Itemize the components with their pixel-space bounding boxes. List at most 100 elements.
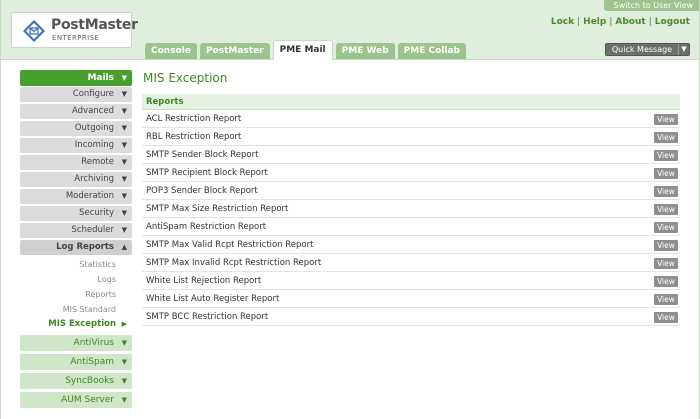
report-row: White List Rejection Report View [142, 272, 680, 290]
sidebar-item-label: Remote [81, 157, 114, 167]
sidebar-mails[interactable]: Mails ▼ [20, 70, 132, 86]
sidebar-item-label: Scheduler [71, 225, 114, 235]
caret-down-icon: ▼ [121, 396, 127, 404]
sidebar-item-label: Log Reports [56, 242, 114, 252]
tab-postmaster[interactable]: PostMaster [199, 43, 270, 59]
caret-down-icon: ▼ [121, 209, 127, 217]
sidebar-item-antivirus[interactable]: AntiVirus ▼ [20, 335, 132, 351]
report-name: White List Rejection Report [146, 276, 262, 286]
view-button[interactable]: View [654, 276, 678, 287]
view-button[interactable]: View [654, 240, 678, 251]
sidebar-item-label: Moderation [65, 191, 114, 201]
sidebar-item-label: AntiSpam [70, 357, 114, 367]
tab-pme-mail[interactable]: PME Mail [272, 40, 333, 60]
sidebar-item-aum-server[interactable]: AUM Server ▼ [20, 392, 132, 408]
report-name: SMTP Max Valid Rcpt Restriction Report [146, 240, 314, 250]
caret-down-icon: ▼ [121, 124, 127, 132]
view-button[interactable]: View [654, 132, 678, 143]
help-link[interactable]: Help [583, 17, 606, 27]
sidebar-item-label: Security [79, 208, 114, 218]
quick-message-label: Quick Message [611, 45, 673, 54]
view-button[interactable]: View [654, 258, 678, 269]
tab-pme-collab[interactable]: PME Collab [397, 43, 466, 59]
sidebar-subitem-mis-standard[interactable]: MIS Standard [20, 302, 132, 317]
view-button[interactable]: View [654, 204, 678, 215]
view-button[interactable]: View [654, 114, 678, 125]
report-row: SMTP Max Size Restriction Report View [142, 200, 680, 218]
report-row: RBL Restriction Report View [142, 128, 680, 146]
sidebar-item-label: Outgoing [74, 123, 114, 133]
sidebar-item-syncbooks[interactable]: SyncBooks ▼ [20, 373, 132, 389]
lock-link[interactable]: Lock [551, 17, 574, 27]
report-name: ACL Restriction Report [146, 114, 242, 124]
sidebar-item-log-reports[interactable]: Log Reports ▲ [20, 240, 132, 255]
report-name: White List Auto Register Report [146, 294, 280, 304]
sidebar-item-antispam[interactable]: AntiSpam ▼ [20, 354, 132, 370]
view-button[interactable]: View [654, 312, 678, 323]
tab-console[interactable]: Console [145, 43, 197, 59]
sidebar-item-label: Advanced [72, 106, 114, 116]
sidebar-item-incoming[interactable]: Incoming ▼ [20, 138, 132, 153]
about-link[interactable]: About [615, 17, 645, 27]
report-row: SMTP Recipient Block Report View [142, 164, 680, 182]
sidebar-item-label: AUM Server [61, 395, 114, 405]
report-row: SMTP BCC Restriction Report View [142, 308, 680, 326]
caret-down-icon: ▼ [121, 192, 127, 200]
logo[interactable]: PostMaster ENTERPRISE [11, 12, 138, 48]
page-border-left [0, 0, 1, 419]
sidebar-item-label: Mails [87, 73, 114, 83]
caret-right-icon: ▶ [121, 320, 127, 328]
sidebar-item-scheduler[interactable]: Scheduler ▼ [20, 223, 132, 238]
sidebar-item-moderation[interactable]: Moderation ▼ [20, 189, 132, 204]
view-button[interactable]: View [654, 294, 678, 305]
caret-up-icon: ▲ [121, 243, 127, 251]
sidebar-item-label: Incoming [74, 140, 114, 150]
caret-down-icon: ▼ [121, 107, 127, 115]
caret-down-icon: ▼ [121, 90, 127, 98]
sidebar-item-label: MIS Exception [48, 319, 116, 329]
view-button[interactable]: View [654, 168, 678, 179]
sidebar-item-configure[interactable]: Configure ▼ [20, 87, 132, 102]
sidebar-subitem-reports[interactable]: Reports [20, 287, 132, 302]
report-row: White List Auto Register Report View [142, 290, 680, 308]
sidebar-item-label: SyncBooks [65, 376, 114, 386]
sidebar-item-security[interactable]: Security ▼ [20, 206, 132, 221]
quick-message-button[interactable]: Quick Message ▼ [605, 43, 690, 56]
sidebar-item-label: AntiVirus [73, 338, 114, 348]
sidebar-item-archiving[interactable]: Archiving ▼ [20, 172, 132, 187]
reports-section-header: Reports [142, 94, 680, 110]
report-name: SMTP Max Size Restriction Report [146, 204, 289, 214]
report-name: AntiSpam Restriction Report [146, 222, 267, 232]
caret-down-icon: ▼ [121, 358, 127, 366]
sidebar-item-advanced[interactable]: Advanced ▼ [20, 104, 132, 119]
report-name: SMTP Recipient Block Report [146, 168, 268, 178]
report-row: ACL Restriction Report View [142, 110, 680, 128]
sidebar-item-outgoing[interactable]: Outgoing ▼ [20, 121, 132, 136]
report-name: POP3 Sender Block Report [146, 186, 258, 196]
logo-text: PostMaster [51, 17, 138, 33]
caret-down-icon: ▼ [121, 175, 127, 183]
main-tabs: Console PostMaster PME Mail PME Web PME … [145, 40, 466, 60]
view-button[interactable]: View [654, 186, 678, 197]
tab-pme-web[interactable]: PME Web [335, 43, 395, 59]
report-name: RBL Restriction Report [146, 132, 242, 142]
report-row: AntiSpam Restriction Report View [142, 218, 680, 236]
envelope-shield-icon [23, 20, 45, 42]
logo-subtitle: ENTERPRISE [52, 34, 100, 42]
caret-down-icon[interactable]: ▼ [678, 44, 689, 55]
top-links: Lock | Help | About | Logout [550, 17, 690, 27]
caret-down-icon: ▼ [121, 226, 127, 234]
logout-link[interactable]: Logout [655, 17, 690, 27]
sidebar-subitem-statistics[interactable]: Statistics [20, 257, 132, 272]
caret-down-icon: ▼ [121, 141, 127, 149]
sidebar-item-label: Archiving [74, 174, 114, 184]
report-row: SMTP Max Valid Rcpt Restriction Report Vi… [142, 236, 680, 254]
report-name: SMTP BCC Restriction Report [146, 312, 269, 322]
sidebar-subitem-mis-exception[interactable]: MIS Exception ▶ [20, 317, 132, 332]
view-button[interactable]: View [654, 222, 678, 233]
header: PostMaster ENTERPRISE Switch to User Vie… [0, 0, 700, 60]
sidebar-subitem-logs[interactable]: Logs [20, 272, 132, 287]
sidebar-item-remote[interactable]: Remote ▼ [20, 155, 132, 170]
switch-to-user-view-link[interactable]: Switch to User View [603, 0, 700, 11]
view-button[interactable]: View [654, 150, 678, 161]
